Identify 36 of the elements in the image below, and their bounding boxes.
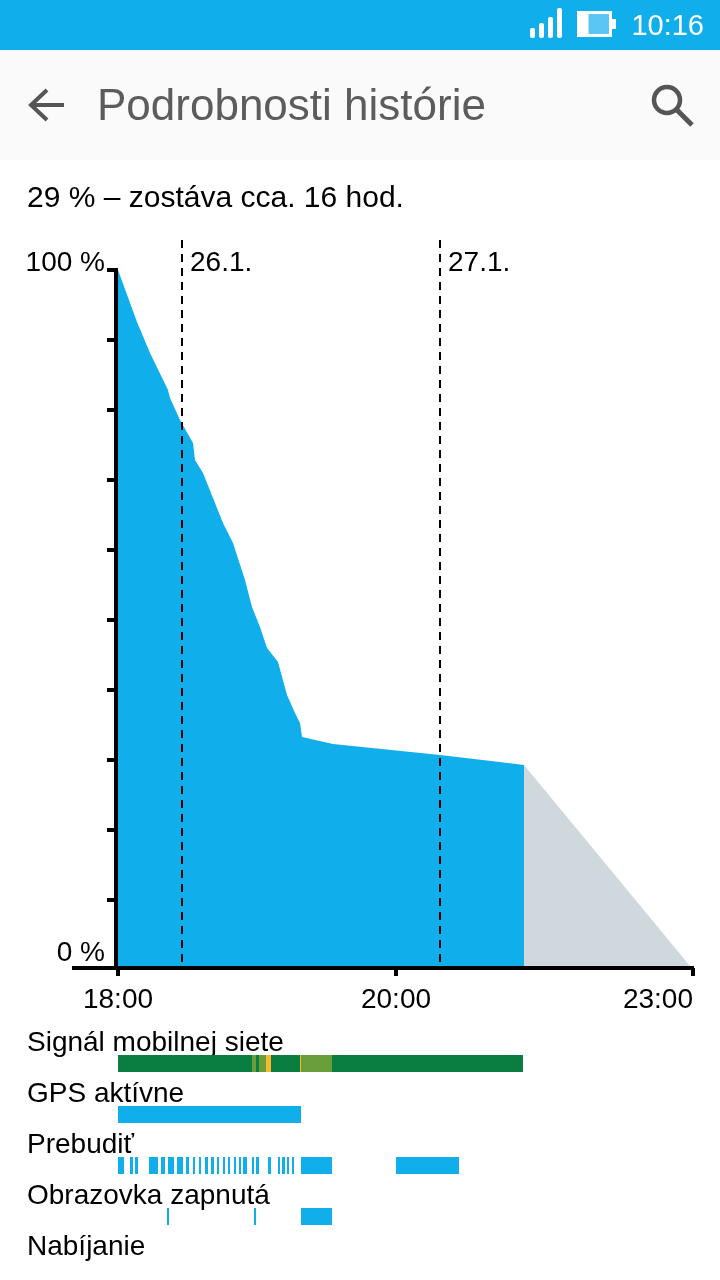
timeline-label: Nabíjanie [27,1233,146,1259]
timeline-label: Signál mobilnej siete [27,1029,284,1055]
awake-segment [256,1157,259,1174]
timeline-label: Prebudiť [27,1131,134,1157]
search-icon[interactable] [650,83,694,127]
y-axis-label: 0 % [56,936,105,967]
awake-segment [396,1157,459,1174]
time-label: 23:00 [622,983,693,1014]
awake-segment [211,1157,214,1174]
date-label: 27.1. [448,246,511,277]
awake-segment [205,1157,208,1174]
awake-segment [118,1157,124,1174]
signal-bars-icon [530,8,563,38]
awake-segment [168,1157,174,1174]
awake-segment [243,1157,247,1174]
battery-icon [577,11,617,37]
awake-segment [177,1157,183,1174]
awake-segment [186,1157,189,1174]
screen-title: Podrobnosti histórie [97,79,487,131]
y-axis-label: 100 % [25,246,105,277]
awake-segment [135,1157,138,1174]
battery-summary: 29 % – zostáva cca. 16 hod. [27,179,404,215]
timeline-label: Obrazovka zapnutá [27,1182,270,1208]
timeline-label: GPS aktívne [27,1080,185,1106]
time-label: 20:00 [360,983,432,1014]
awake-segment [161,1157,165,1174]
back-arrow-icon[interactable] [28,88,66,122]
date-label: 26.1. [190,246,253,277]
status-time: 10:16 [631,8,704,42]
awake-segment [130,1157,133,1174]
screen-on-segment [301,1208,332,1225]
time-label: 18:00 [82,983,154,1014]
awake-segment [282,1157,285,1174]
awake-segment [301,1157,332,1174]
awake-segment [149,1157,158,1174]
awake-segment [268,1157,271,1174]
